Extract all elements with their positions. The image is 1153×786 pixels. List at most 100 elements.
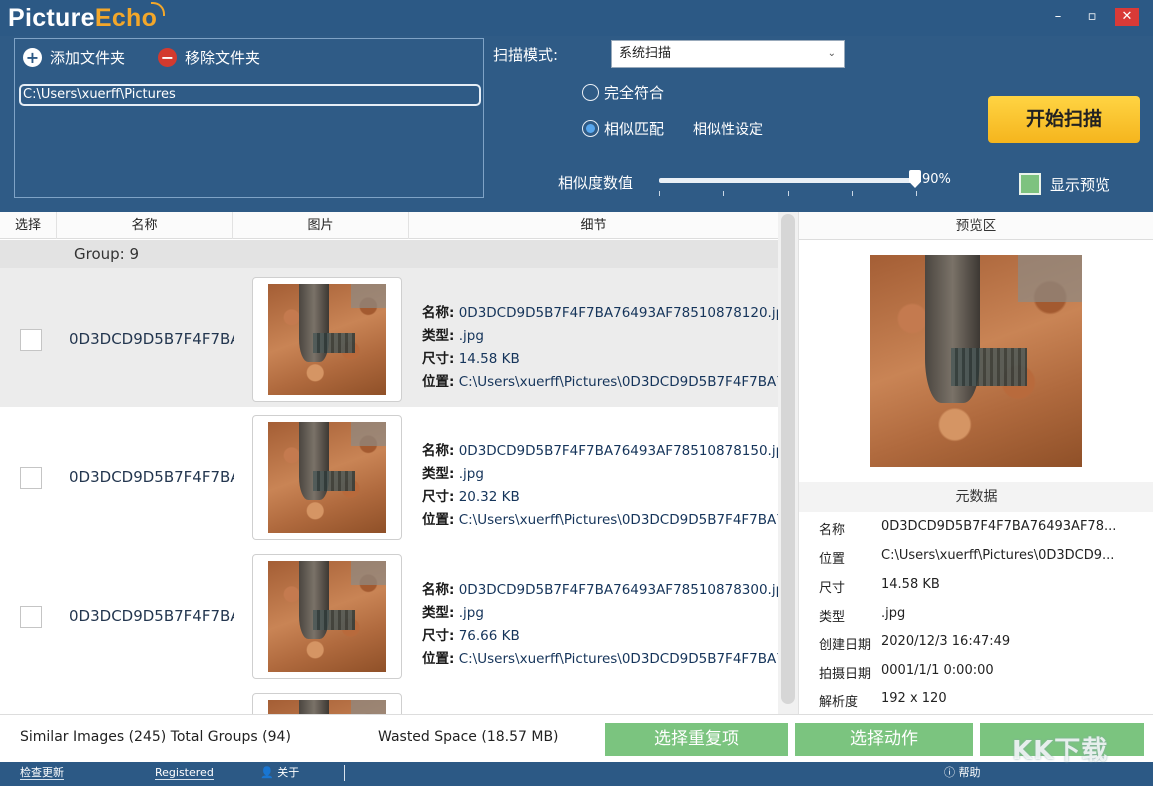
row-name: 0D3DCD9D5B7F4F7BA [69, 468, 234, 486]
about-link[interactable]: 👤 关于 [260, 767, 299, 779]
similar-match-radio[interactable]: 相似匹配 [582, 118, 664, 139]
check-update-link[interactable]: 检查更新 [20, 767, 64, 780]
row-thumbnail[interactable] [252, 554, 402, 679]
folder-panel: + 添加文件夹 − 移除文件夹 C:\Users\xuerff\Pictures [14, 38, 484, 198]
registered-link[interactable]: Registered [155, 767, 214, 780]
status-bar: 检查更新 Registered 👤 关于 ⓘ 帮助 [0, 762, 1153, 786]
scan-mode-value: 系统扫描 [619, 46, 671, 61]
show-preview-label: 显示预览 [1050, 174, 1110, 195]
metadata-row: 名称0D3DCD9D5B7F4F7BA76493AF78... [819, 519, 1131, 538]
watermark-logo: KK下载 [1012, 730, 1108, 767]
row-thumbnail[interactable] [252, 693, 402, 714]
metadata-row: 类型.jpg [819, 606, 1131, 625]
col-image[interactable]: 图片 [233, 212, 409, 239]
minimize-button[interactable]: – [1046, 8, 1070, 26]
info-icon: ⓘ [944, 766, 955, 779]
remove-folder-label: 移除文件夹 [185, 47, 260, 68]
row-details: 名称: 0D3DCD9D5B7F4F7BA76493AF78510878300.… [422, 579, 778, 671]
column-header: 选择 名称 图片 细节 [0, 212, 778, 239]
detail-size: 76.66 KB [459, 628, 520, 644]
title-bar: PictureEcho – ▫ ✕ [0, 0, 1153, 36]
table-row[interactable]: 0D3DCD9D5B7F4F7BA 名称: 0D3DCD9D5B7F4F7BA7… [0, 407, 778, 546]
metadata-header: 元数据 [799, 482, 1153, 512]
similar-match-label: 相似匹配 [604, 118, 664, 139]
remove-folder-button[interactable]: − 移除文件夹 [158, 47, 260, 68]
vertical-scrollbar[interactable] [778, 212, 798, 714]
summary-bar: Similar Images (245) Total Groups (94) W… [0, 714, 1153, 762]
photo-thumbnail [268, 284, 386, 395]
checkbox-checked-icon [1019, 173, 1041, 195]
wasted-space-stat: Wasted Space (18.57 MB) [378, 729, 559, 745]
metadata-row: 拍摄日期0001/1/1 0:00:00 [819, 663, 1131, 682]
detail-size: 20.32 KB [459, 489, 520, 505]
preview-panel: 预览区 元数据 名称0D3DCD9D5B7F4F7BA76493AF78... … [798, 212, 1153, 714]
similarity-slider[interactable] [659, 178, 919, 183]
detail-size: 14.58 KB [459, 351, 520, 367]
detail-type: .jpg [459, 466, 484, 482]
select-action-button[interactable]: 选择动作 [795, 723, 973, 756]
row-thumbnail[interactable] [252, 277, 402, 402]
folder-path-item[interactable]: C:\Users\xuerff\Pictures [19, 84, 481, 106]
similarity-label: 相似度数值 [558, 172, 633, 193]
help-link[interactable]: ⓘ 帮助 [944, 767, 981, 779]
preview-image [870, 255, 1082, 467]
table-row[interactable]: 0D3DCD9D5B7F4F7BA 名称: 0D3DCD9D5B7F4F7BA7… [0, 546, 778, 685]
row-checkbox[interactable] [20, 467, 42, 489]
row-checkbox[interactable] [20, 329, 42, 351]
similar-images-stat: Similar Images (245) Total Groups (94) [20, 729, 291, 745]
start-scan-button[interactable]: 开始扫描 [988, 96, 1140, 143]
similarity-value: 90% [922, 172, 951, 187]
detail-location: C:\Users\xuerff\Pictures\0D3DCD9D5B7F4F7… [459, 374, 778, 390]
photo-thumbnail [268, 422, 386, 533]
results-list: 选择 名称 图片 细节 Group: 9 0D3DCD9D5B7F4F7BA 名… [0, 212, 798, 714]
metadata-row: 尺寸14.58 KB [819, 577, 1131, 596]
detail-location: C:\Users\xuerff\Pictures\0D3DCD9D5B7F4F7… [459, 651, 778, 667]
user-icon: 👤 [260, 766, 274, 779]
preview-header: 预览区 [799, 212, 1153, 240]
similarity-settings-link[interactable]: 相似性设定 [693, 119, 763, 139]
photo-preview [870, 255, 1082, 467]
detail-name: 0D3DCD9D5B7F4F7BA76493AF78510878300.jpg [459, 582, 778, 598]
photo-thumbnail [268, 700, 386, 714]
row-details: 名称: 0D3DCD9D5B7F4F7BA76493AF78510878120.… [422, 302, 778, 394]
detail-location: C:\Users\xuerff\Pictures\0D3DCD9D5B7F4F7… [459, 512, 778, 528]
col-detail[interactable]: 细节 [409, 212, 778, 239]
col-name[interactable]: 名称 [57, 212, 233, 239]
app-logo: PictureEcho [8, 4, 157, 33]
select-duplicates-button[interactable]: 选择重复项 [605, 723, 788, 756]
scroll-thumb[interactable] [781, 214, 795, 704]
detail-name: 0D3DCD9D5B7F4F7BA76493AF78510878150.jpg [459, 443, 778, 459]
exact-match-radio[interactable]: 完全符合 [582, 82, 664, 103]
plus-icon: + [23, 48, 42, 67]
group-header: Group: 9 [0, 240, 778, 268]
chevron-down-icon: ⌄ [828, 41, 836, 67]
minus-icon: − [158, 48, 177, 67]
exact-match-label: 完全符合 [604, 82, 664, 103]
scan-mode-label: 扫描模式: [493, 44, 558, 65]
show-preview-toggle[interactable]: 显示预览 [1019, 173, 1110, 195]
photo-thumbnail [268, 561, 386, 672]
maximize-button[interactable]: ▫ [1080, 8, 1104, 26]
table-row[interactable]: 0D3DCD9D5B7F4F7BA 名称: 0D3DCD9D5B7F4F7BA7… [0, 268, 778, 407]
radio-circle-icon [582, 84, 599, 101]
row-name: 0D3DCD9D5B7F4F7BA [69, 330, 234, 348]
detail-type: .jpg [459, 328, 484, 344]
row-thumbnail[interactable] [252, 415, 402, 540]
table-row[interactable] [0, 685, 778, 714]
divider [344, 765, 345, 781]
row-checkbox[interactable] [20, 606, 42, 628]
col-select[interactable]: 选择 [0, 212, 57, 239]
metadata-row: 解析度192 x 120 [819, 691, 1131, 710]
scan-mode-select[interactable]: 系统扫描 ⌄ [611, 40, 845, 68]
row-name: 0D3DCD9D5B7F4F7BA [69, 607, 234, 625]
metadata-row: 创建日期2020/12/3 16:47:49 [819, 634, 1131, 653]
radio-checked-icon [582, 120, 599, 137]
detail-type: .jpg [459, 605, 484, 621]
slider-handle[interactable] [909, 170, 921, 188]
metadata-row: 位置C:\Users\xuerff\Pictures\0D3DCD9... [819, 548, 1131, 567]
signal-icon [151, 2, 165, 16]
close-button[interactable]: ✕ [1115, 8, 1139, 26]
slider-ticks [659, 191, 919, 197]
row-details: 名称: 0D3DCD9D5B7F4F7BA76493AF78510878150.… [422, 440, 778, 532]
add-folder-button[interactable]: + 添加文件夹 [23, 47, 125, 68]
